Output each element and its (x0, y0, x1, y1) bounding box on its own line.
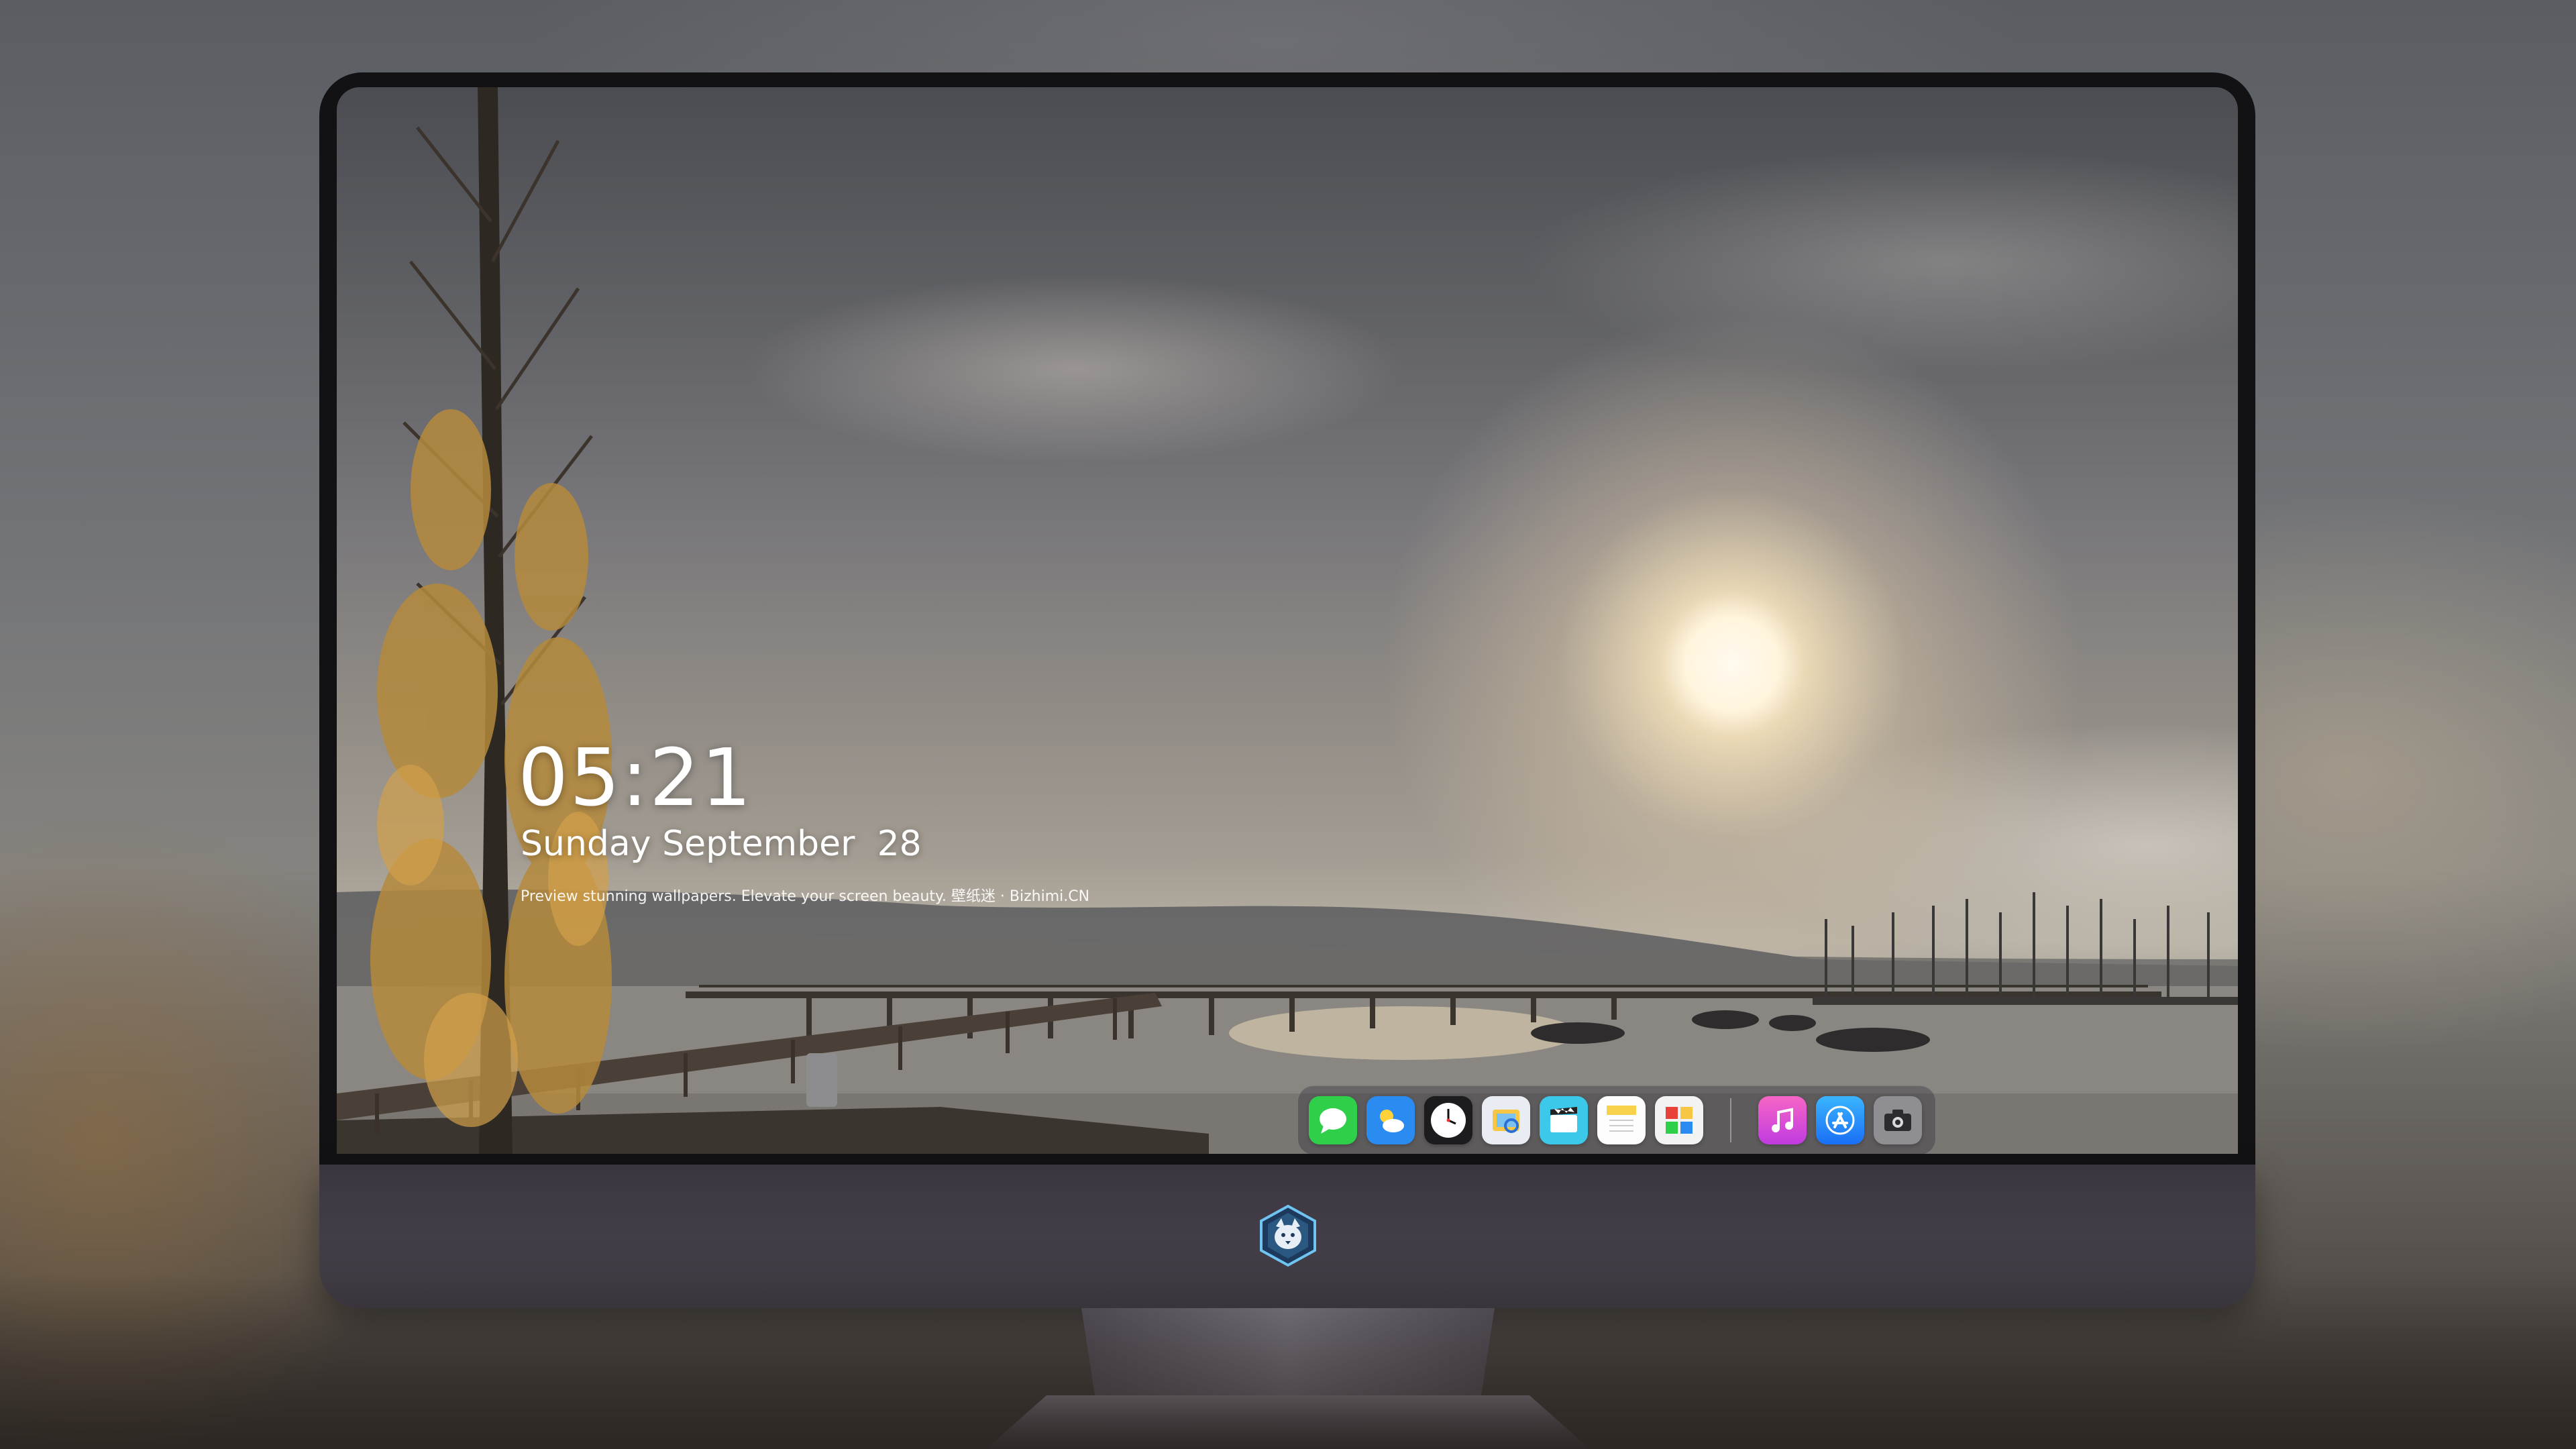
clips-icon[interactable] (1540, 1096, 1588, 1144)
wallpaper-tagline: Preview stunning wallpapers. Elevate you… (521, 888, 1090, 905)
monitor-stand (1081, 1308, 1495, 1415)
clock-icon[interactable] (1424, 1096, 1472, 1144)
app-store-icon[interactable] (1816, 1096, 1864, 1144)
desktop-screen: 05:21 Sunday September 28 Preview stunni… (337, 87, 2238, 1154)
lake-wallpaper (337, 87, 2238, 1154)
dock-separator (1730, 1098, 1731, 1142)
music-icon[interactable] (1758, 1096, 1807, 1144)
lock-screen-date: Sunday September 28 (521, 824, 922, 864)
messages-icon[interactable] (1309, 1096, 1357, 1144)
weather-icon[interactable] (1366, 1096, 1415, 1144)
blurred-background: 05:21 Sunday September 28 Preview stunni… (0, 0, 2576, 1449)
notes-icon[interactable] (1597, 1096, 1646, 1144)
dock (1297, 1085, 1936, 1154)
photo-booth-icon[interactable] (1655, 1096, 1703, 1144)
lock-screen-clock: 05:21 (518, 731, 753, 824)
monitor-stand-base (986, 1395, 1590, 1449)
wolf-badge-icon (1256, 1203, 1320, 1268)
camera-icon[interactable] (1874, 1096, 1922, 1144)
preview-icon[interactable] (1482, 1096, 1530, 1144)
